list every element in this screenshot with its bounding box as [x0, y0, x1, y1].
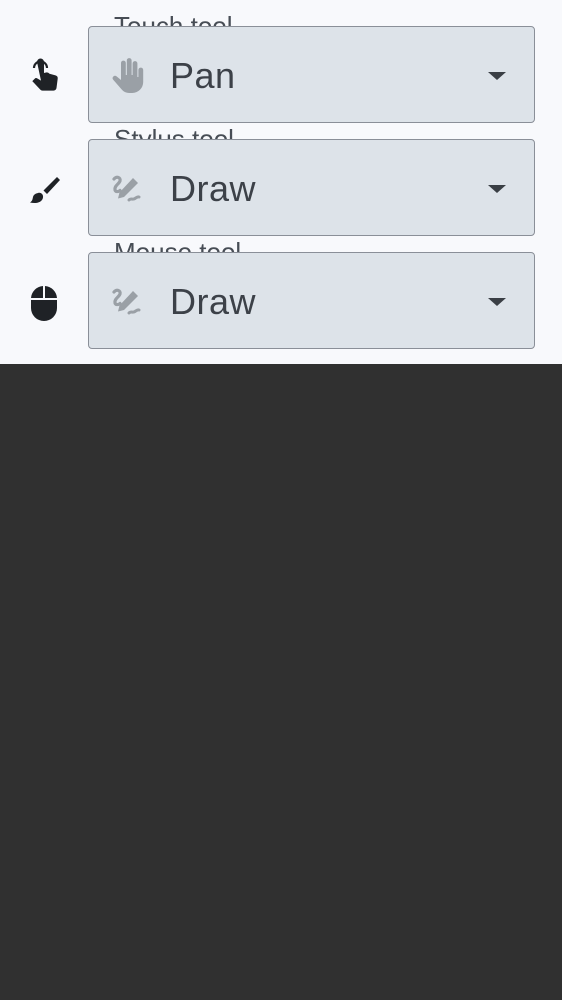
- mouse-tool-select[interactable]: Draw: [88, 252, 535, 349]
- stylus-tool-select[interactable]: Draw: [88, 139, 535, 236]
- brush-icon: [26, 171, 62, 209]
- tool-settings-panel: Touch tool Pan Stylus tool: [0, 0, 562, 364]
- hand-icon: [107, 57, 145, 95]
- touch-tool-value: Pan: [170, 55, 236, 96]
- stylus-tool-value: Draw: [170, 168, 257, 209]
- canvas-background: [0, 364, 562, 1000]
- stylus-tool-row: Stylus tool Draw: [0, 113, 562, 236]
- touch-tool-select[interactable]: Pan: [88, 26, 535, 123]
- mouse-icon: [26, 284, 62, 322]
- touch-tool-row: Touch tool Pan: [0, 0, 562, 123]
- mouse-tool-row: Mouse tool Draw: [0, 226, 562, 349]
- draw-icon: [107, 283, 145, 321]
- chevron-down-icon: [488, 298, 506, 306]
- chevron-down-icon: [488, 185, 506, 193]
- touch-finger-icon: [26, 58, 62, 96]
- mouse-tool-value: Draw: [170, 281, 257, 322]
- chevron-down-icon: [488, 72, 506, 80]
- draw-icon: [107, 170, 145, 208]
